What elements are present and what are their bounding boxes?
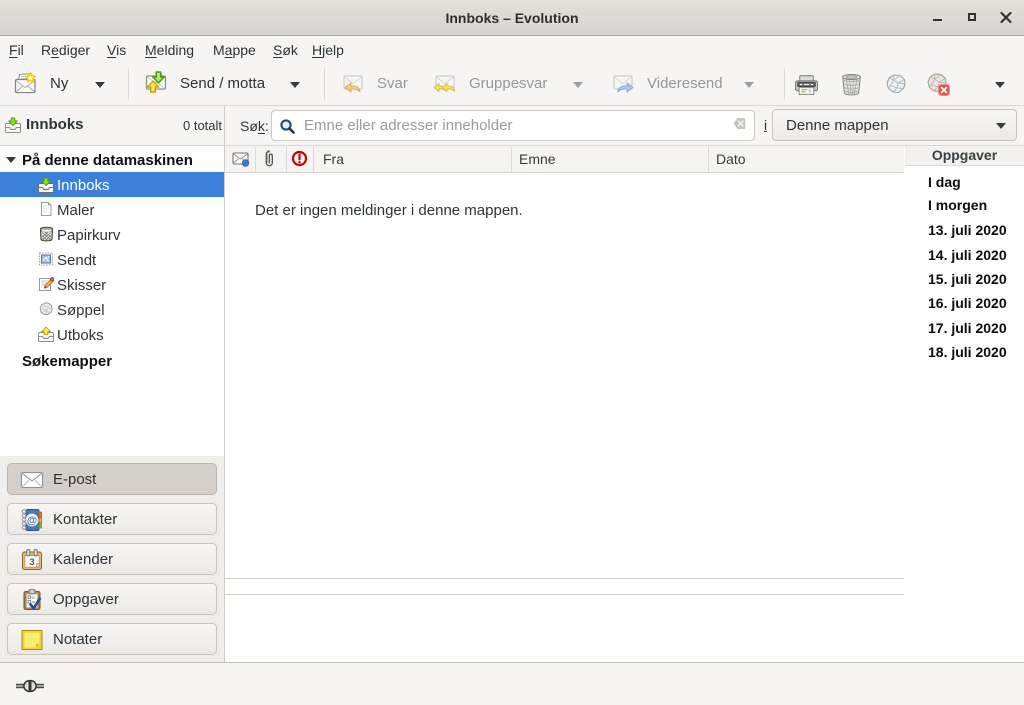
svg-text:3: 3: [29, 557, 34, 567]
svg-text:@: @: [27, 515, 37, 527]
